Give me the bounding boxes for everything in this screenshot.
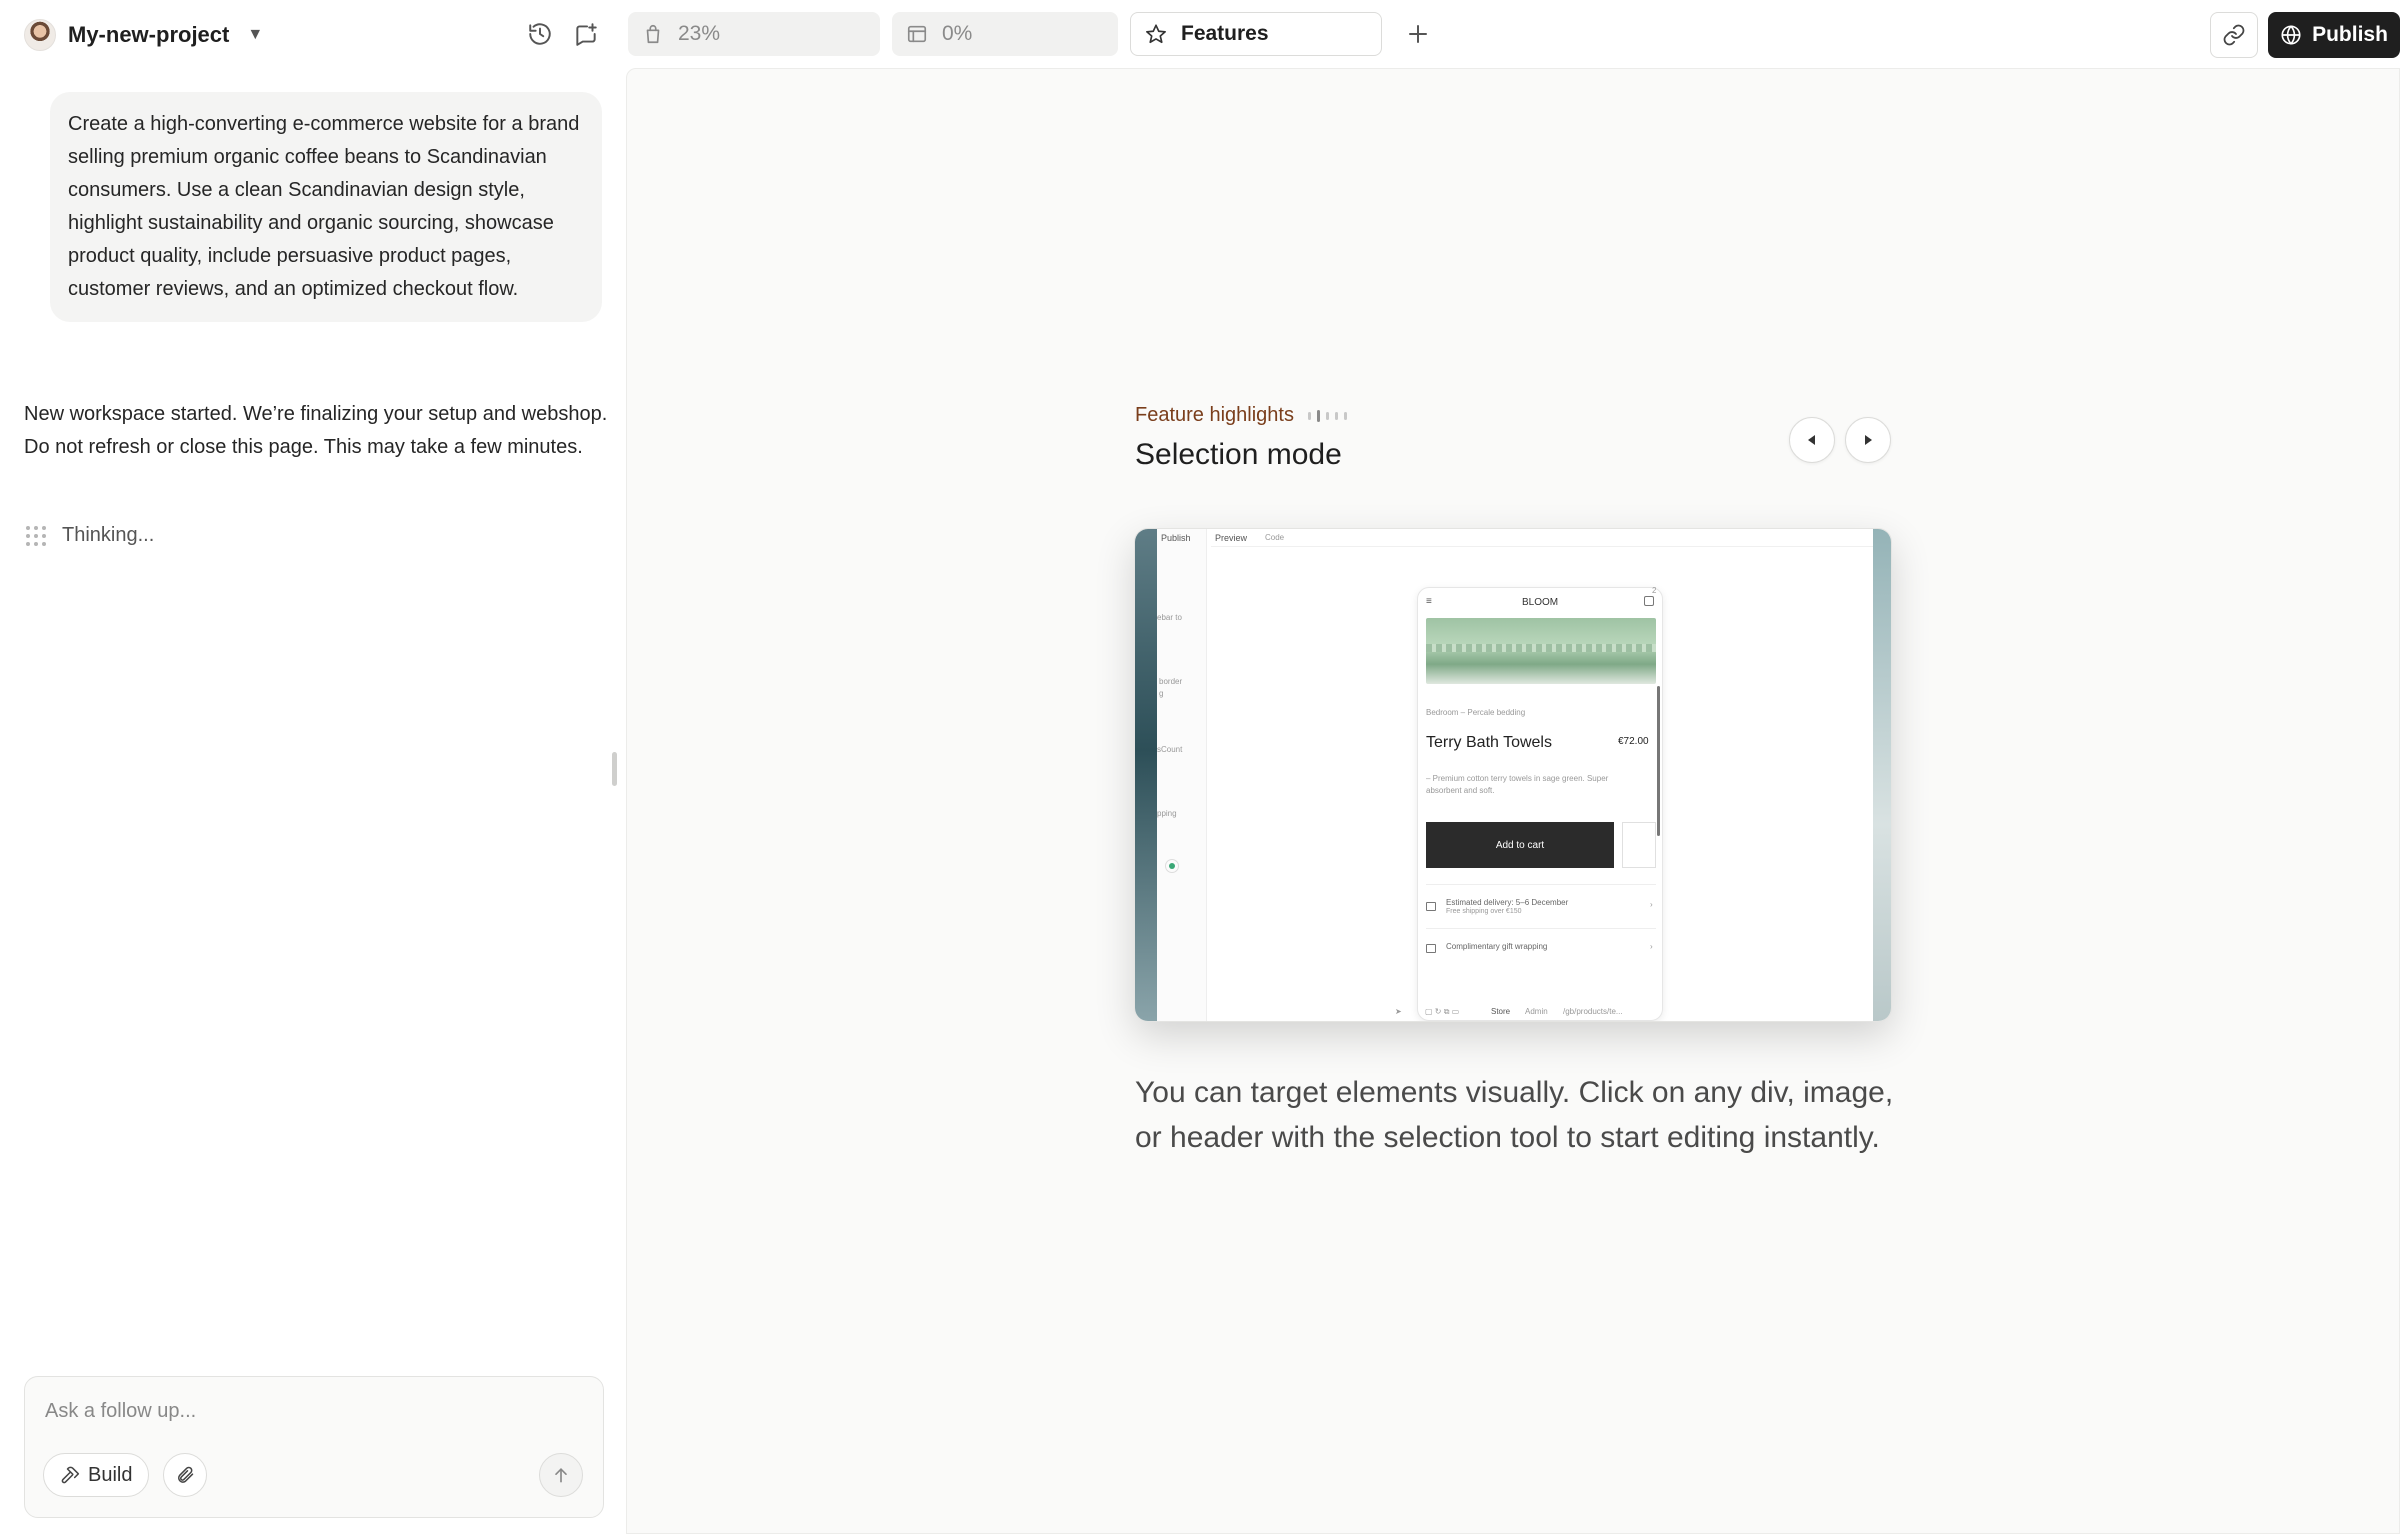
mini-delivery: Estimated delivery: 5–6 December [1446, 898, 1569, 907]
mini-scrollbar [1657, 686, 1660, 836]
mini-add-to-cart: Add to cart [1426, 822, 1614, 868]
mini-gift: Complimentary gift wrapping [1446, 942, 1548, 951]
publish-label: Publish [2312, 23, 2388, 46]
mini-tab-preview: Preview [1215, 533, 1248, 543]
spinner-icon [26, 525, 46, 546]
history-icon[interactable] [524, 18, 556, 50]
feature-title: Selection mode [1135, 438, 1342, 471]
chevron-down-icon: ▼ [247, 26, 264, 43]
follow-up-input[interactable] [45, 1395, 565, 1427]
arrow-up-icon [555, 1468, 567, 1483]
avatar [24, 19, 56, 51]
pager-dot [1307, 411, 1311, 420]
mini-toolbar-icons: ▢ ↻ ⧉ ▭ [1425, 1007, 1460, 1016]
build-label: Build [88, 1463, 133, 1486]
screenshot-bottombar: ➤ ▢ ↻ ⧉ ▭ Store Admin /gb/products/te... [1395, 1003, 1695, 1021]
assistant-status-message: New workspace started. We’re finalizing … [24, 403, 608, 458]
mini-free-shipping: Free shipping over €150 [1446, 908, 1522, 915]
mini-cursor-icon: ➤ [1395, 1007, 1402, 1016]
feature-highlights-header: Feature highlights [1135, 404, 1347, 427]
attach-button[interactable] [163, 1453, 207, 1497]
mini-status-dot [1165, 859, 1179, 873]
mini-publish: Publish [1161, 533, 1191, 543]
panel-resize-handle[interactable] [612, 752, 617, 786]
feature-label: Feature highlights [1135, 404, 1294, 426]
mini-brand: BLOOM [1522, 597, 1559, 608]
feature-pager [1307, 409, 1347, 422]
divider [1426, 884, 1656, 885]
thinking-indicator: Thinking... [26, 524, 154, 547]
globe-icon [2281, 25, 2301, 45]
thinking-label: Thinking... [62, 524, 155, 546]
product-image [1426, 618, 1656, 684]
mini-price: €72.00 [1618, 736, 1649, 747]
new-chat-icon[interactable] [570, 18, 602, 50]
mini-cart-icon [1644, 596, 1654, 606]
pager-dot [1343, 411, 1347, 420]
mini-chevron-right-icon: › [1650, 942, 1653, 951]
tab-browser-progress[interactable]: 0% [892, 12, 1118, 56]
plus-icon [1409, 25, 1427, 43]
star-icon [1146, 24, 1166, 44]
mini-menu-icon: ≡ [1426, 596, 1432, 607]
app-root: My-new-project ▼ Create a high-convertin… [0, 0, 2400, 1534]
mini-sidebar-text: pping [1157, 809, 1177, 818]
add-tab-button[interactable] [1398, 14, 1438, 54]
mini-gift-icon [1426, 944, 1436, 953]
feature-description: You can target elements visually. Click … [1135, 1076, 1894, 1154]
next-feature-button[interactable] [1845, 417, 1891, 463]
follow-up-composer: Build [24, 1376, 604, 1518]
screenshot-edge [1873, 529, 1891, 1021]
send-button[interactable] [539, 1453, 583, 1497]
mini-sidebar-text: g [1159, 689, 1164, 698]
project-name: My-new-project [68, 22, 230, 47]
mini-chevron-right-icon: › [1650, 900, 1653, 909]
caret-left-icon [1808, 435, 1815, 445]
mini-product-name: Terry Bath Towels [1426, 734, 1552, 751]
tab-label: 23% [678, 22, 721, 45]
screenshot-toolbar: Preview Code [1211, 529, 1873, 547]
build-mode-button[interactable]: Build [43, 1453, 150, 1497]
mini-cart-count: 2 [1652, 586, 1657, 595]
tab-features[interactable]: Features [1130, 12, 1382, 56]
mini-sidebar-text: ebar to [1157, 613, 1182, 622]
screenshot-edge [1135, 529, 1157, 1021]
link-icon [2223, 24, 2245, 46]
pager-dot [1325, 411, 1329, 420]
mini-breadcrumb: Bedroom – Percale bedding [1426, 708, 1526, 717]
mini-sidebar-text: border [1159, 677, 1183, 686]
browser-icon [907, 25, 927, 43]
pager-dot [1334, 411, 1338, 420]
mini-tab-code: Code [1265, 533, 1285, 542]
previous-feature-button[interactable] [1789, 417, 1835, 463]
user-prompt-bubble: Create a high-converting e-commerce webs… [50, 92, 602, 322]
mini-desc: – Premium cotton terry towels in sage gr… [1426, 774, 1609, 783]
mini-bookmark-icon [1622, 822, 1656, 868]
chat-header-actions [524, 18, 602, 50]
caret-right-icon [1865, 435, 1872, 445]
publish-button[interactable]: Publish [2268, 12, 2400, 58]
paperclip-icon [178, 1466, 194, 1483]
share-link-button[interactable] [2210, 12, 2258, 58]
divider [1426, 928, 1656, 929]
feature-screenshot: Publish ebar to border g sCount pping Pr… [1134, 528, 1892, 1022]
mini-path: /gb/products/te... [1563, 1007, 1623, 1016]
mini-store: Store [1491, 1007, 1511, 1016]
chat-panel: My-new-project ▼ Create a high-convertin… [0, 0, 624, 1534]
hammer-icon [61, 1466, 80, 1484]
tab-label: 0% [942, 22, 973, 45]
mini-admin: Admin [1525, 1007, 1548, 1016]
project-switcher[interactable]: My-new-project ▼ [24, 18, 263, 52]
screenshot-product-page: ≡ BLOOM 2 Bedroom – Percale bedding Terr… [1417, 586, 1663, 1021]
mini-sidebar-text: sCount [1157, 745, 1183, 754]
pager-dot-active [1316, 409, 1320, 422]
mini-desc: absorbent and soft. [1426, 786, 1495, 795]
tab-store-progress[interactable]: 23% [628, 12, 880, 56]
screenshot-sidebar: Publish ebar to border g sCount pping [1157, 529, 1207, 1021]
tab-label: Features [1181, 22, 1269, 45]
mini-truck-icon [1426, 902, 1436, 911]
bag-icon [646, 24, 660, 44]
